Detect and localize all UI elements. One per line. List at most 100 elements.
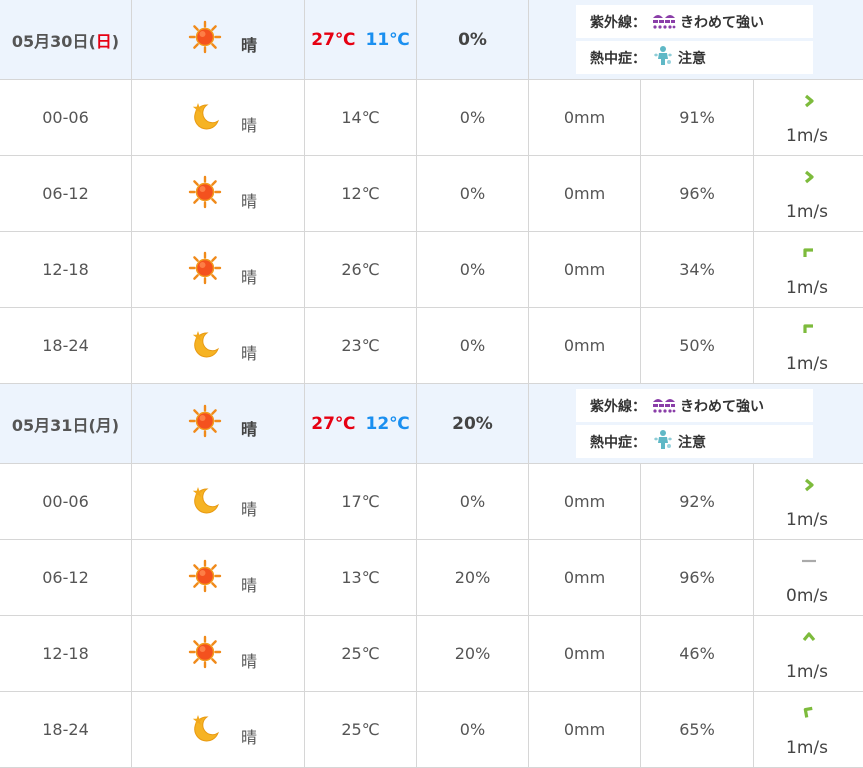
hour-weather-cell: 晴	[132, 540, 305, 616]
wind-speed: 1m/s	[786, 202, 828, 222]
hour-wind-cell: 1m/s	[754, 232, 863, 308]
hour-humidity: 50%	[641, 308, 754, 384]
hour-humidity: 65%	[641, 692, 754, 768]
day-weather-cell: 晴	[132, 384, 305, 464]
hour-humidity: 91%	[641, 80, 754, 156]
hour-row: 12-18 晴25℃20%0mm46%1m/s	[0, 616, 863, 692]
hour-rain: 0mm	[529, 464, 641, 540]
wind-speed: 1m/s	[786, 510, 828, 530]
wind-speed: 0m/s	[786, 586, 828, 606]
time-range: 00-06	[0, 80, 132, 156]
hour-weather-text: 晴	[241, 112, 257, 136]
hour-temp: 25℃	[305, 692, 417, 768]
forecast-body: 05月30日(日) 晴27℃11℃0%紫外線： きわめて強い熱中症： 注意00-…	[0, 0, 863, 768]
hour-rain: 0mm	[529, 156, 641, 232]
hour-row: 00-06 晴 17℃0%0mm92% 1m/s	[0, 464, 863, 540]
hour-humidity: 96%	[641, 540, 754, 616]
hour-weather-text: 晴	[241, 724, 257, 748]
wind-direction-icon	[802, 554, 816, 568]
temp-high: 27℃	[311, 30, 355, 50]
wind-speed: 1m/s	[786, 662, 828, 682]
heat-label: 熱中症：	[590, 48, 646, 68]
day-info-cell: 紫外線： きわめて強い熱中症： 注意	[529, 0, 863, 80]
hour-humidity: 92%	[641, 464, 754, 540]
sun-icon	[188, 20, 222, 54]
hour-temp: 13℃	[305, 540, 417, 616]
sun-icon	[188, 559, 222, 593]
hour-rain: 0mm	[529, 308, 641, 384]
hour-humidity: 96%	[641, 156, 754, 232]
hour-humidity: 34%	[641, 232, 754, 308]
hour-wind-cell: 1m/s	[754, 464, 863, 540]
time-range: 06-12	[0, 540, 132, 616]
hour-weather-cell: 晴	[132, 232, 305, 308]
heatstroke-box: 熱中症： 注意	[576, 425, 813, 458]
hour-row: 18-24 晴23℃0%0mm50%1m/s	[0, 308, 863, 384]
uv-label: 紫外線：	[590, 12, 646, 32]
day-date: 05月30日(	[12, 32, 96, 51]
time-range: 06-12	[0, 156, 132, 232]
hour-rain: 0mm	[529, 80, 641, 156]
hour-humidity: 46%	[641, 616, 754, 692]
uv-icon	[652, 393, 676, 419]
hour-temp: 17℃	[305, 464, 417, 540]
hour-weather-text: 晴	[241, 572, 257, 596]
hour-weather-text: 晴	[241, 264, 257, 288]
heatstroke-icon	[652, 45, 674, 71]
hour-pop: 0%	[417, 464, 529, 540]
time-range: 12-18	[0, 616, 132, 692]
hour-temp: 26℃	[305, 232, 417, 308]
hour-wind-cell: 1m/s	[754, 308, 863, 384]
hour-weather-text: 晴	[241, 496, 257, 520]
moon-icon	[188, 711, 222, 745]
day-precip: 0%	[458, 30, 487, 50]
day-date: 05月31日(	[12, 416, 96, 435]
day-date-cell: 05月31日(月)	[0, 384, 132, 464]
hour-wind-cell: 1m/s	[754, 156, 863, 232]
wind-direction-icon	[802, 170, 816, 184]
hour-rain: 0mm	[529, 540, 641, 616]
day-weekday: 月	[96, 416, 112, 435]
day-precip-cell: 0%	[417, 0, 529, 80]
hour-weather-cell: 晴	[132, 692, 305, 768]
time-range: 18-24	[0, 692, 132, 768]
hour-temp: 23℃	[305, 308, 417, 384]
forecast-table: 05月30日(日) 晴27℃11℃0%紫外線： きわめて強い熱中症： 注意00-…	[0, 0, 863, 768]
day-weekday: 日	[96, 32, 112, 51]
day-date-cell: 05月30日(日)	[0, 0, 132, 80]
sun-icon	[188, 635, 222, 669]
sun-icon	[188, 175, 222, 209]
hour-rain: 0mm	[529, 692, 641, 768]
hour-weather-cell: 晴	[132, 80, 305, 156]
uv-index-box: 紫外線： きわめて強い	[576, 5, 813, 38]
wind-direction-icon	[802, 478, 816, 492]
uv-value: きわめて強い	[680, 396, 764, 416]
hour-weather-cell: 晴	[132, 464, 305, 540]
hour-wind-cell: 0m/s	[754, 540, 863, 616]
day-info-cell: 紫外線： きわめて強い熱中症： 注意	[529, 384, 863, 464]
hour-wind-cell: 1m/s	[754, 616, 863, 692]
hour-pop: 20%	[417, 540, 529, 616]
hour-weather-text: 晴	[241, 188, 257, 212]
hour-temp: 25℃	[305, 616, 417, 692]
hour-row: 06-12 晴12℃0%0mm96%1m/s	[0, 156, 863, 232]
day-date-close: )	[112, 416, 119, 435]
day-temp-cell: 27℃11℃	[305, 0, 417, 80]
hour-pop: 0%	[417, 692, 529, 768]
hour-weather-text: 晴	[241, 648, 257, 672]
moon-icon	[188, 483, 222, 517]
hour-pop: 0%	[417, 232, 529, 308]
day-date-close: )	[112, 32, 119, 51]
heat-label: 熱中症：	[590, 432, 646, 452]
hour-row: 18-24 晴25℃0%0mm65%1m/s	[0, 692, 863, 768]
time-range: 12-18	[0, 232, 132, 308]
time-range: 00-06	[0, 464, 132, 540]
heat-value: 注意	[678, 432, 706, 452]
wind-speed: 1m/s	[786, 126, 828, 146]
sun-icon	[188, 404, 222, 438]
uv-icon	[652, 9, 676, 35]
hour-weather-text: 晴	[241, 340, 257, 364]
hour-temp: 14℃	[305, 80, 417, 156]
hour-pop: 0%	[417, 156, 529, 232]
hour-rain: 0mm	[529, 616, 641, 692]
